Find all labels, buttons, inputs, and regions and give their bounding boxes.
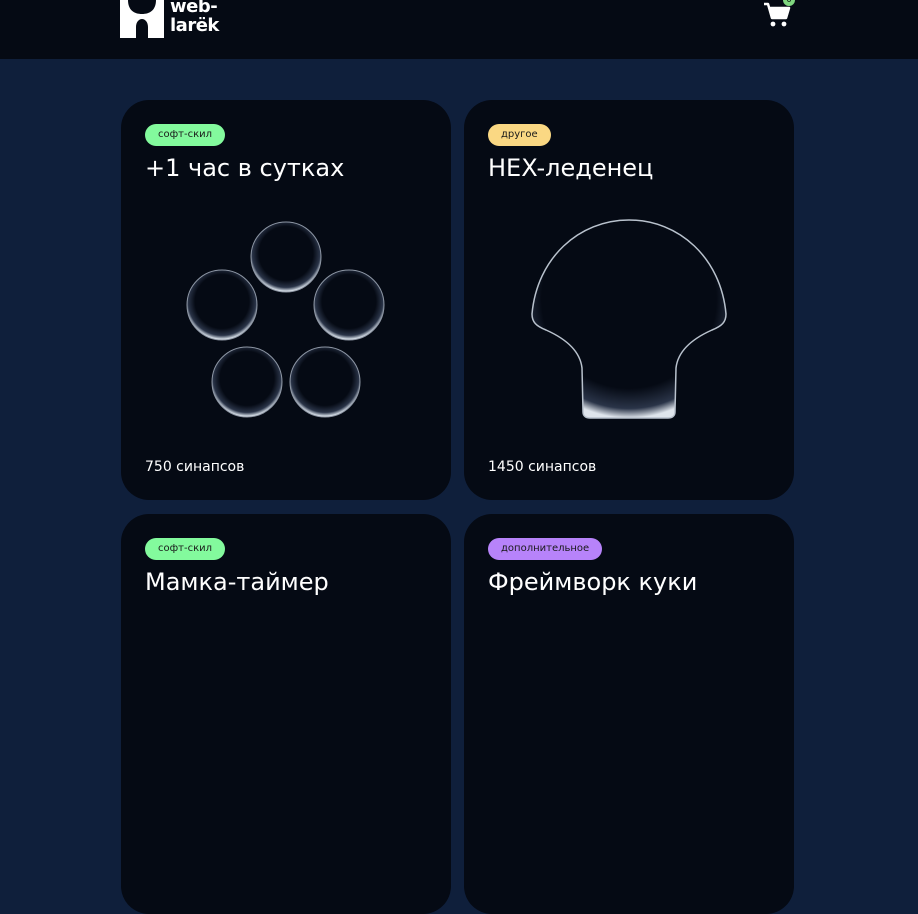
card-category: другое xyxy=(488,124,551,146)
logo-text-line-2: larëk xyxy=(170,15,219,36)
card-category: софт-скил xyxy=(145,538,226,560)
header: web- larëk 0 xyxy=(0,0,918,59)
card-title: Мамка-таймер xyxy=(145,568,329,596)
card-category: софт-скил xyxy=(145,124,226,146)
house-logo-icon xyxy=(120,0,164,38)
card[interactable]: другое HEX-леденец 1450 синапсов xyxy=(464,100,794,500)
card-title: Фреймворк куки xyxy=(488,568,698,596)
card-title: HEX-леденец xyxy=(488,154,654,182)
card-category: дополнительное xyxy=(488,538,603,560)
card-price: 1450 синапсов xyxy=(488,459,597,475)
five-circles-icon xyxy=(186,221,385,418)
card[interactable]: софт-скил Мамка-таймер xyxy=(121,514,451,914)
card[interactable]: дополнительное Фреймворк куки xyxy=(464,514,794,914)
logo-text-line-1: web- xyxy=(170,0,218,17)
logo-text: web- larëk xyxy=(170,0,230,35)
card[interactable]: софт-скил +1 час в сутках 750 синапсов xyxy=(121,100,451,500)
logo[interactable]: web- larëk xyxy=(120,0,230,38)
lollipop-shell-icon xyxy=(531,219,727,419)
card-price: 750 синапсов xyxy=(145,459,245,475)
basket-button[interactable]: 0 xyxy=(762,0,795,30)
card-title: +1 час в сутках xyxy=(145,154,345,182)
